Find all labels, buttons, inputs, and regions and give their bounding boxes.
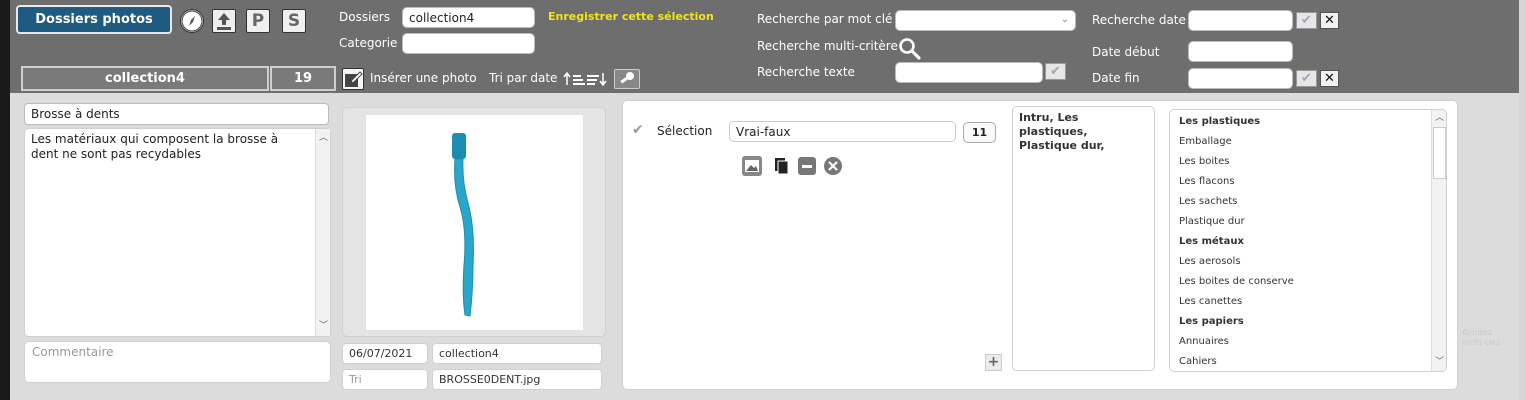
date-end-check-button[interactable]: ✔ [1296,70,1317,87]
text-search-label: Recherche texte [757,65,855,79]
upload-icon[interactable] [212,9,236,33]
sort-icon[interactable] [563,70,607,88]
categorie-label: Categorie [339,36,398,50]
search-icon[interactable] [897,36,923,62]
photo-collection: collection4 [432,343,602,364]
category-item[interactable]: Les canettes [1170,292,1430,312]
tags-text: Intru, Les plastiques, Plastique dur, [1019,111,1105,152]
photo-date: 06/07/2021 [342,343,428,364]
s-button[interactable]: S [282,9,306,33]
category-item[interactable]: Les métaux [1170,232,1430,252]
photo-filename: BROSSE0DENT.jpg [432,369,602,390]
multi-criteria-label: Recherche multi-critère [757,39,898,53]
description-text: Les matériaux qui composent la brosse à … [31,132,279,161]
photo-sort-field[interactable]: Tri [342,369,428,390]
chevron-down-icon: ⌄ [1060,14,1069,25]
keyword-search-label: Recherche par mot clé [757,12,893,26]
compass-icon[interactable] [180,9,204,33]
copy-icon[interactable] [771,156,791,176]
date-end-field[interactable] [1188,68,1293,89]
scroll-up-icon[interactable]: ︿ [1432,111,1446,126]
collection-count: 19 [270,66,336,91]
selection-label: Sélection [657,124,713,138]
dossiers-label: Dossiers [339,10,390,24]
category-item[interactable]: Cahiers [1170,352,1430,371]
category-item[interactable]: Les boites [1170,152,1430,172]
categories-items: Les plastiques Emballage Les boites Les fla… [1170,112,1430,371]
category-item[interactable]: Annuaires [1170,332,1430,352]
categorie-field[interactable] [402,33,535,54]
dossiers-field[interactable]: collection4 [402,7,535,28]
scroll-up-icon[interactable]: ︿ [316,131,331,146]
selection-count: 11 [963,122,996,143]
scroll-down-icon[interactable]: ﹀ [316,319,331,334]
keyword-search-select[interactable]: ⌄ [895,10,1076,31]
category-item[interactable]: Emballage [1170,132,1430,152]
insert-photo-icon[interactable] [342,68,364,90]
description-textarea[interactable]: Les matériaux qui composent la brosse à … [24,128,331,337]
date-search-label: Recherche date [1092,13,1186,27]
scroll-down-icon[interactable]: ﹀ [1432,355,1446,370]
selection-check-icon[interactable]: ✔ [632,122,644,138]
minus-icon[interactable] [797,156,817,176]
left-edge [0,0,10,400]
category-item[interactable]: Les aerosols [1170,252,1430,272]
date-search-clear-button[interactable]: ✕ [1320,12,1339,29]
add-button[interactable]: + [985,354,1002,371]
category-item[interactable]: Les plastiques [1170,112,1430,132]
text-search-check-button[interactable]: ✔ [1045,63,1066,80]
faint-side-text: Ajoutez mots clés [1462,328,1501,347]
date-search-field[interactable] [1188,10,1293,31]
scrollbar-thumb[interactable] [1433,127,1446,179]
text-search-field[interactable] [895,62,1043,83]
tags-box[interactable]: Intru, Les plastiques, Plastique dur, [1012,106,1155,371]
date-start-field[interactable] [1188,41,1293,62]
remove-circle-icon[interactable] [823,156,843,176]
categories-list[interactable]: Les plastiques Emballage Les boites Les fla… [1169,109,1447,372]
photo-image[interactable] [366,115,583,330]
description-scrollbar[interactable]: ︿ ﹀ [315,129,330,336]
category-item[interactable]: Plastique dur [1170,212,1430,232]
key-icon[interactable] [614,69,640,89]
p-button[interactable]: P [246,9,270,33]
category-item[interactable]: Les papiers [1170,312,1430,332]
date-search-check-button[interactable]: ✔ [1296,12,1317,29]
categories-scrollbar[interactable]: ︿ ﹀ [1431,110,1446,371]
date-end-label: Date fin [1092,71,1140,85]
comment-field[interactable]: Commentaire [24,341,331,383]
comment-placeholder: Commentaire [32,345,114,359]
dossiers-photos-button[interactable]: Dossiers photos [16,5,172,34]
category-item[interactable]: Les boites de conserve [1170,272,1430,292]
photo-title-field[interactable]: Brosse à dents [24,103,329,125]
category-item[interactable]: Les sachets [1170,192,1430,212]
insert-photo-label[interactable]: Insérer une photo [370,71,477,85]
save-selection-link[interactable]: Enregistrer cette sélection [548,10,714,23]
date-start-label: Date début [1092,45,1160,59]
app-window: Dossiers photos P S collection4 19 Insér… [0,0,1525,400]
collection-name-display: collection4 [21,66,269,91]
date-end-clear-button[interactable]: ✕ [1320,70,1339,87]
category-item[interactable]: Les flacons [1170,172,1430,192]
image-icon[interactable] [742,156,762,176]
sort-by-date-label[interactable]: Tri par date [489,71,557,85]
selection-field[interactable]: Vrai-faux [729,121,956,142]
right-edge [1519,0,1525,400]
